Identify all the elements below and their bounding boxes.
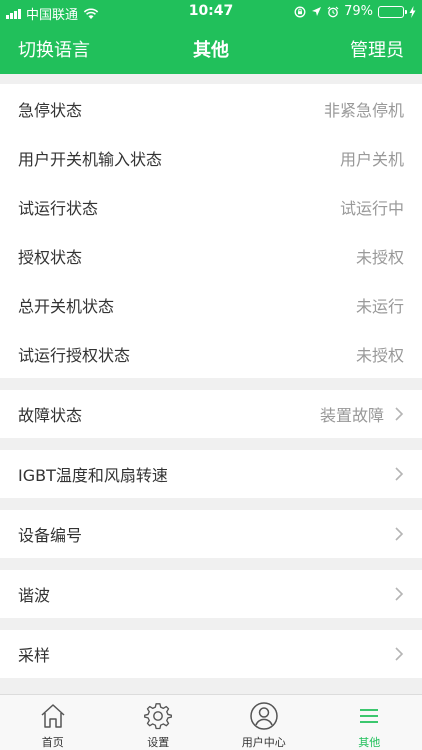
alarm-icon (327, 6, 339, 17)
chevron-right-icon (395, 647, 404, 661)
menu-icon (360, 709, 379, 723)
tab-label: 用户中心 (241, 736, 286, 749)
tab-label: 其他 (358, 736, 381, 749)
user-icon (250, 702, 278, 730)
row-label: 采样 (18, 646, 51, 665)
tab-settings[interactable]: 设置 (106, 695, 212, 750)
row-label: 试运行授权状态 (18, 345, 131, 365)
row-value: 非紧急停机 (323, 100, 404, 120)
location-arrow-icon (312, 7, 322, 16)
status-row-trial-authorization: 试运行授权状态 未授权 (0, 329, 422, 378)
row-value: 未运行 (355, 296, 404, 316)
row-value: 装置故障 (319, 406, 384, 425)
row-label: 故障状态 (18, 406, 83, 425)
status-row-authorization: 授权状态 未授权 (0, 231, 422, 280)
fault-status-row[interactable]: 故障状态 装置故障 (0, 390, 422, 438)
igbt-temperature-row[interactable]: IGBT温度和风扇转速 (0, 450, 422, 498)
row-label: IGBT温度和风扇转速 (18, 466, 168, 485)
harmonics-row[interactable]: 谐波 (0, 570, 422, 618)
chevron-right-icon (395, 587, 404, 601)
section-divider (0, 498, 422, 510)
status-row-user-power-input: 用户开关机输入状态 用户关机 (0, 133, 422, 182)
tab-label: 首页 (41, 736, 64, 749)
row-value: 未授权 (355, 247, 404, 267)
status-group: 急停状态 非紧急停机 用户开关机输入状态 用户关机 试运行状态 试运行中 授权状… (0, 84, 422, 378)
home-icon (41, 704, 65, 728)
content-area: 急停状态 非紧急停机 用户开关机输入状态 用户关机 试运行状态 试运行中 授权状… (0, 84, 422, 678)
battery-percent: 79% (344, 4, 373, 19)
tab-other[interactable]: 其他 (317, 695, 422, 750)
row-value: 试运行中 (339, 198, 404, 218)
switch-language-button[interactable]: 切换语言 (18, 36, 90, 62)
section-divider (0, 558, 422, 570)
tab-label: 设置 (147, 736, 170, 749)
chevron-right-icon (395, 407, 404, 421)
section-divider (0, 378, 422, 390)
row-label: 试运行状态 (18, 198, 99, 218)
chevron-right-icon (395, 467, 404, 481)
row-label: 总开关机状态 (18, 296, 115, 316)
rotation-lock-icon (294, 6, 306, 17)
gear-icon (144, 703, 173, 730)
page-title: 其他 (193, 40, 229, 61)
row-label: 急停状态 (18, 100, 83, 120)
chevron-right-icon (395, 527, 404, 541)
status-row-emergency-stop: 急停状态 非紧急停机 (0, 84, 422, 133)
sampling-row[interactable]: 采样 (0, 630, 422, 678)
status-bar: 中国联通 10:47 79% (0, 0, 422, 24)
row-value: 未授权 (355, 345, 404, 365)
tab-home[interactable]: 首页 (0, 695, 106, 750)
row-label: 授权状态 (18, 247, 83, 267)
section-divider (0, 438, 422, 450)
row-value: 用户关机 (339, 149, 404, 169)
tab-user-center[interactable]: 用户中心 (211, 695, 317, 750)
row-label: 设备编号 (18, 526, 83, 545)
status-row-main-power: 总开关机状态 未运行 (0, 280, 422, 329)
device-number-row[interactable]: 设备编号 (0, 510, 422, 558)
nav-bar: 切换语言 其他 管理员 (0, 24, 422, 74)
charging-bolt-icon (409, 5, 416, 18)
row-label: 用户开关机输入状态 (18, 149, 163, 169)
section-divider (0, 618, 422, 630)
top-bar: 中国联通 10:47 79% 切换语言 其他 管理员 (0, 0, 422, 74)
battery-icon (378, 5, 407, 18)
row-label: 谐波 (18, 586, 51, 605)
admin-button[interactable]: 管理员 (350, 36, 404, 62)
status-row-trial-run: 试运行状态 试运行中 (0, 182, 422, 231)
tab-bar: 首页 设置 用户中心 其他 (0, 694, 422, 750)
